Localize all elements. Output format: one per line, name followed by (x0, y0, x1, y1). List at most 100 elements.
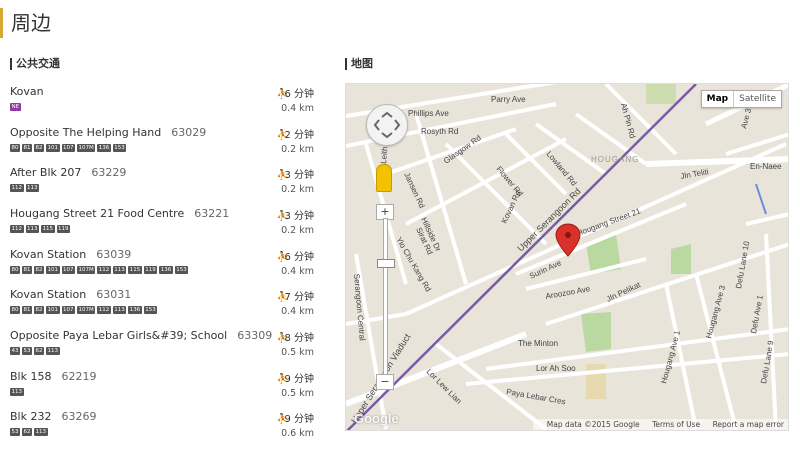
map-type-satellite-button[interactable]: Satellite (733, 91, 781, 107)
route-badges: 113 (10, 388, 26, 398)
transit-stop[interactable]: Opposite The Helping Hand 63029 80 81 82 101 1… (10, 126, 320, 164)
route-badge: 112 (10, 225, 24, 233)
route-badge: 107 (61, 306, 75, 314)
route-badge: 113 (34, 428, 48, 436)
route-badge: 136 (97, 144, 111, 152)
map-label: HOUGANG (591, 155, 639, 164)
zoom-slider-track[interactable] (383, 218, 388, 380)
map-type-control: Map Satellite (700, 90, 782, 108)
route-badge: 113 (112, 306, 127, 314)
walk-time: ⛹8 分钟 (276, 329, 314, 344)
stop-name: Kovan Station 63039 (10, 248, 131, 261)
route-badge: 82 (34, 266, 44, 274)
zoom-slider-handle[interactable] (377, 259, 395, 268)
map-label: The Minton (518, 339, 558, 348)
map-type-map-button[interactable]: Map (702, 91, 733, 107)
stop-name-text: Blk 232 (10, 410, 52, 423)
stop-name: Hougang Street 21 Food Centre 63221 (10, 207, 229, 220)
walk-distance: 0.5 km (281, 388, 314, 399)
route-badge: 107 (61, 266, 75, 274)
route-badge: 115 (128, 266, 142, 274)
walk-time: ⛹6 分钟 (276, 85, 314, 100)
walk-distance: 0.4 km (281, 266, 314, 277)
walk-distance: 0.2 km (281, 184, 314, 195)
route-badge: 112 (10, 184, 24, 192)
stop-name: Opposite Paya Lebar Girls&#39; School 633… (10, 329, 272, 342)
transit-stop[interactable]: Blk 232 63269 53 62 113 ⛹9 分钟 0.6 km (10, 410, 320, 448)
route-badge: 113 (25, 184, 39, 192)
route-badges: 80 81 82 101 107 107M 112 113 136 153 (10, 306, 159, 316)
route-badge: 153 (174, 266, 189, 274)
walk-time-text: 9 分钟 (284, 374, 314, 385)
pan-arrows-icon (373, 111, 401, 139)
route-badge: 113 (10, 388, 24, 396)
map-canvas[interactable]: Parry Ave Phillips Ave Rosyth Rd Glasgow… (346, 84, 789, 431)
walk-time: ⛹9 分钟 (276, 370, 314, 385)
route-badge: 81 (22, 266, 32, 274)
walk-distance: 0.4 km (281, 103, 314, 114)
page-title: 周边 (0, 8, 51, 38)
route-badge: 115 (41, 225, 55, 233)
transit-stop[interactable]: Kovan Station 63031 80 81 82 101 107 107M 112 113… (10, 288, 320, 326)
walk-distance: 0.2 km (281, 225, 314, 236)
map-view[interactable]: Parry Ave Phillips Ave Rosyth Rd Glasgow… (345, 83, 789, 431)
route-badges: 112 113 (10, 184, 41, 194)
walk-time-text: 6 分钟 (284, 89, 314, 100)
walk-time-text: 6 分钟 (284, 252, 314, 263)
stop-name: After Blk 207 63229 (10, 166, 126, 179)
report-map-error-link[interactable]: Report a map error (713, 420, 784, 429)
route-badge: 112 (97, 306, 111, 314)
transit-heading: 公共交通 (10, 58, 60, 70)
google-logo: Google (354, 411, 399, 426)
route-badge: 101 (46, 266, 60, 274)
walk-distance: 0.5 km (281, 347, 314, 358)
transit-stop[interactable]: Opposite Paya Lebar Girls&#39; School 633… (10, 329, 320, 367)
route-badge: 112 (97, 266, 111, 274)
route-badge: 136 (128, 306, 142, 314)
route-badge: 101 (46, 144, 60, 152)
street-view-pegman-icon[interactable] (376, 164, 392, 192)
stop-code: 63269 (61, 410, 97, 423)
stop-name: Kovan (10, 85, 44, 98)
walk-distance: 0.2 km (281, 144, 314, 155)
stop-name-text: Blk 158 (10, 370, 52, 383)
stop-name-text: Opposite Paya Lebar Girls&#39; School (10, 329, 228, 342)
map-label: Rosyth Rd (421, 127, 458, 136)
transit-stop[interactable]: Hougang Street 21 Food Centre 63221 112 113… (10, 207, 320, 245)
route-badge: 153 (112, 144, 127, 152)
route-badge: 81 (22, 144, 32, 152)
stop-code: 63029 (171, 126, 207, 139)
stop-name-text: Kovan Station (10, 288, 87, 301)
route-badge: 119 (56, 225, 70, 233)
transit-stop[interactable]: After Blk 207 63229 112 113 ⛹3 分钟 0.2 km (10, 166, 320, 204)
route-badge: 62 (34, 347, 44, 355)
route-badges: NE (10, 103, 23, 113)
walk-time: ⛹6 分钟 (276, 248, 314, 263)
stop-name-text: Kovan Station (10, 248, 87, 261)
stop-name: Opposite The Helping Hand 63029 (10, 126, 206, 139)
stop-code: 62219 (61, 370, 97, 383)
route-badge: 113 (46, 347, 60, 355)
route-badge: 43 (10, 347, 20, 355)
stop-code: 63309 (237, 329, 273, 342)
route-badge: 82 (34, 306, 44, 314)
route-badge: 119 (143, 266, 158, 274)
walk-time: ⛹3 分钟 (276, 207, 314, 222)
walk-distance: 0.4 km (281, 306, 314, 317)
map-label: Parry Ave (491, 95, 526, 104)
pan-control[interactable] (366, 104, 408, 146)
walk-time-text: 3 分钟 (284, 170, 314, 181)
terms-of-use-link[interactable]: Terms of Use (652, 420, 700, 429)
transit-stop[interactable]: Blk 158 62219 113 ⛹9 分钟 0.5 km (10, 370, 320, 408)
transit-stop[interactable]: Kovan Station 63039 80 81 82 101 107 107M 112 113… (10, 248, 320, 286)
stop-code: 63221 (194, 207, 230, 220)
zoom-out-button[interactable]: − (376, 374, 394, 390)
walk-time-text: 7 分钟 (284, 292, 314, 303)
transit-stop[interactable]: Kovan NE ⛹6 分钟 0.4 km (10, 85, 320, 123)
walk-time: ⛹3 分钟 (276, 166, 314, 181)
map-label: En-Naee (750, 162, 782, 171)
stop-name: Blk 232 63269 (10, 410, 96, 423)
walk-time-text: 8 分钟 (284, 333, 314, 344)
map-data-credit: Map data ©2015 Google (546, 420, 640, 429)
area (586, 364, 606, 399)
